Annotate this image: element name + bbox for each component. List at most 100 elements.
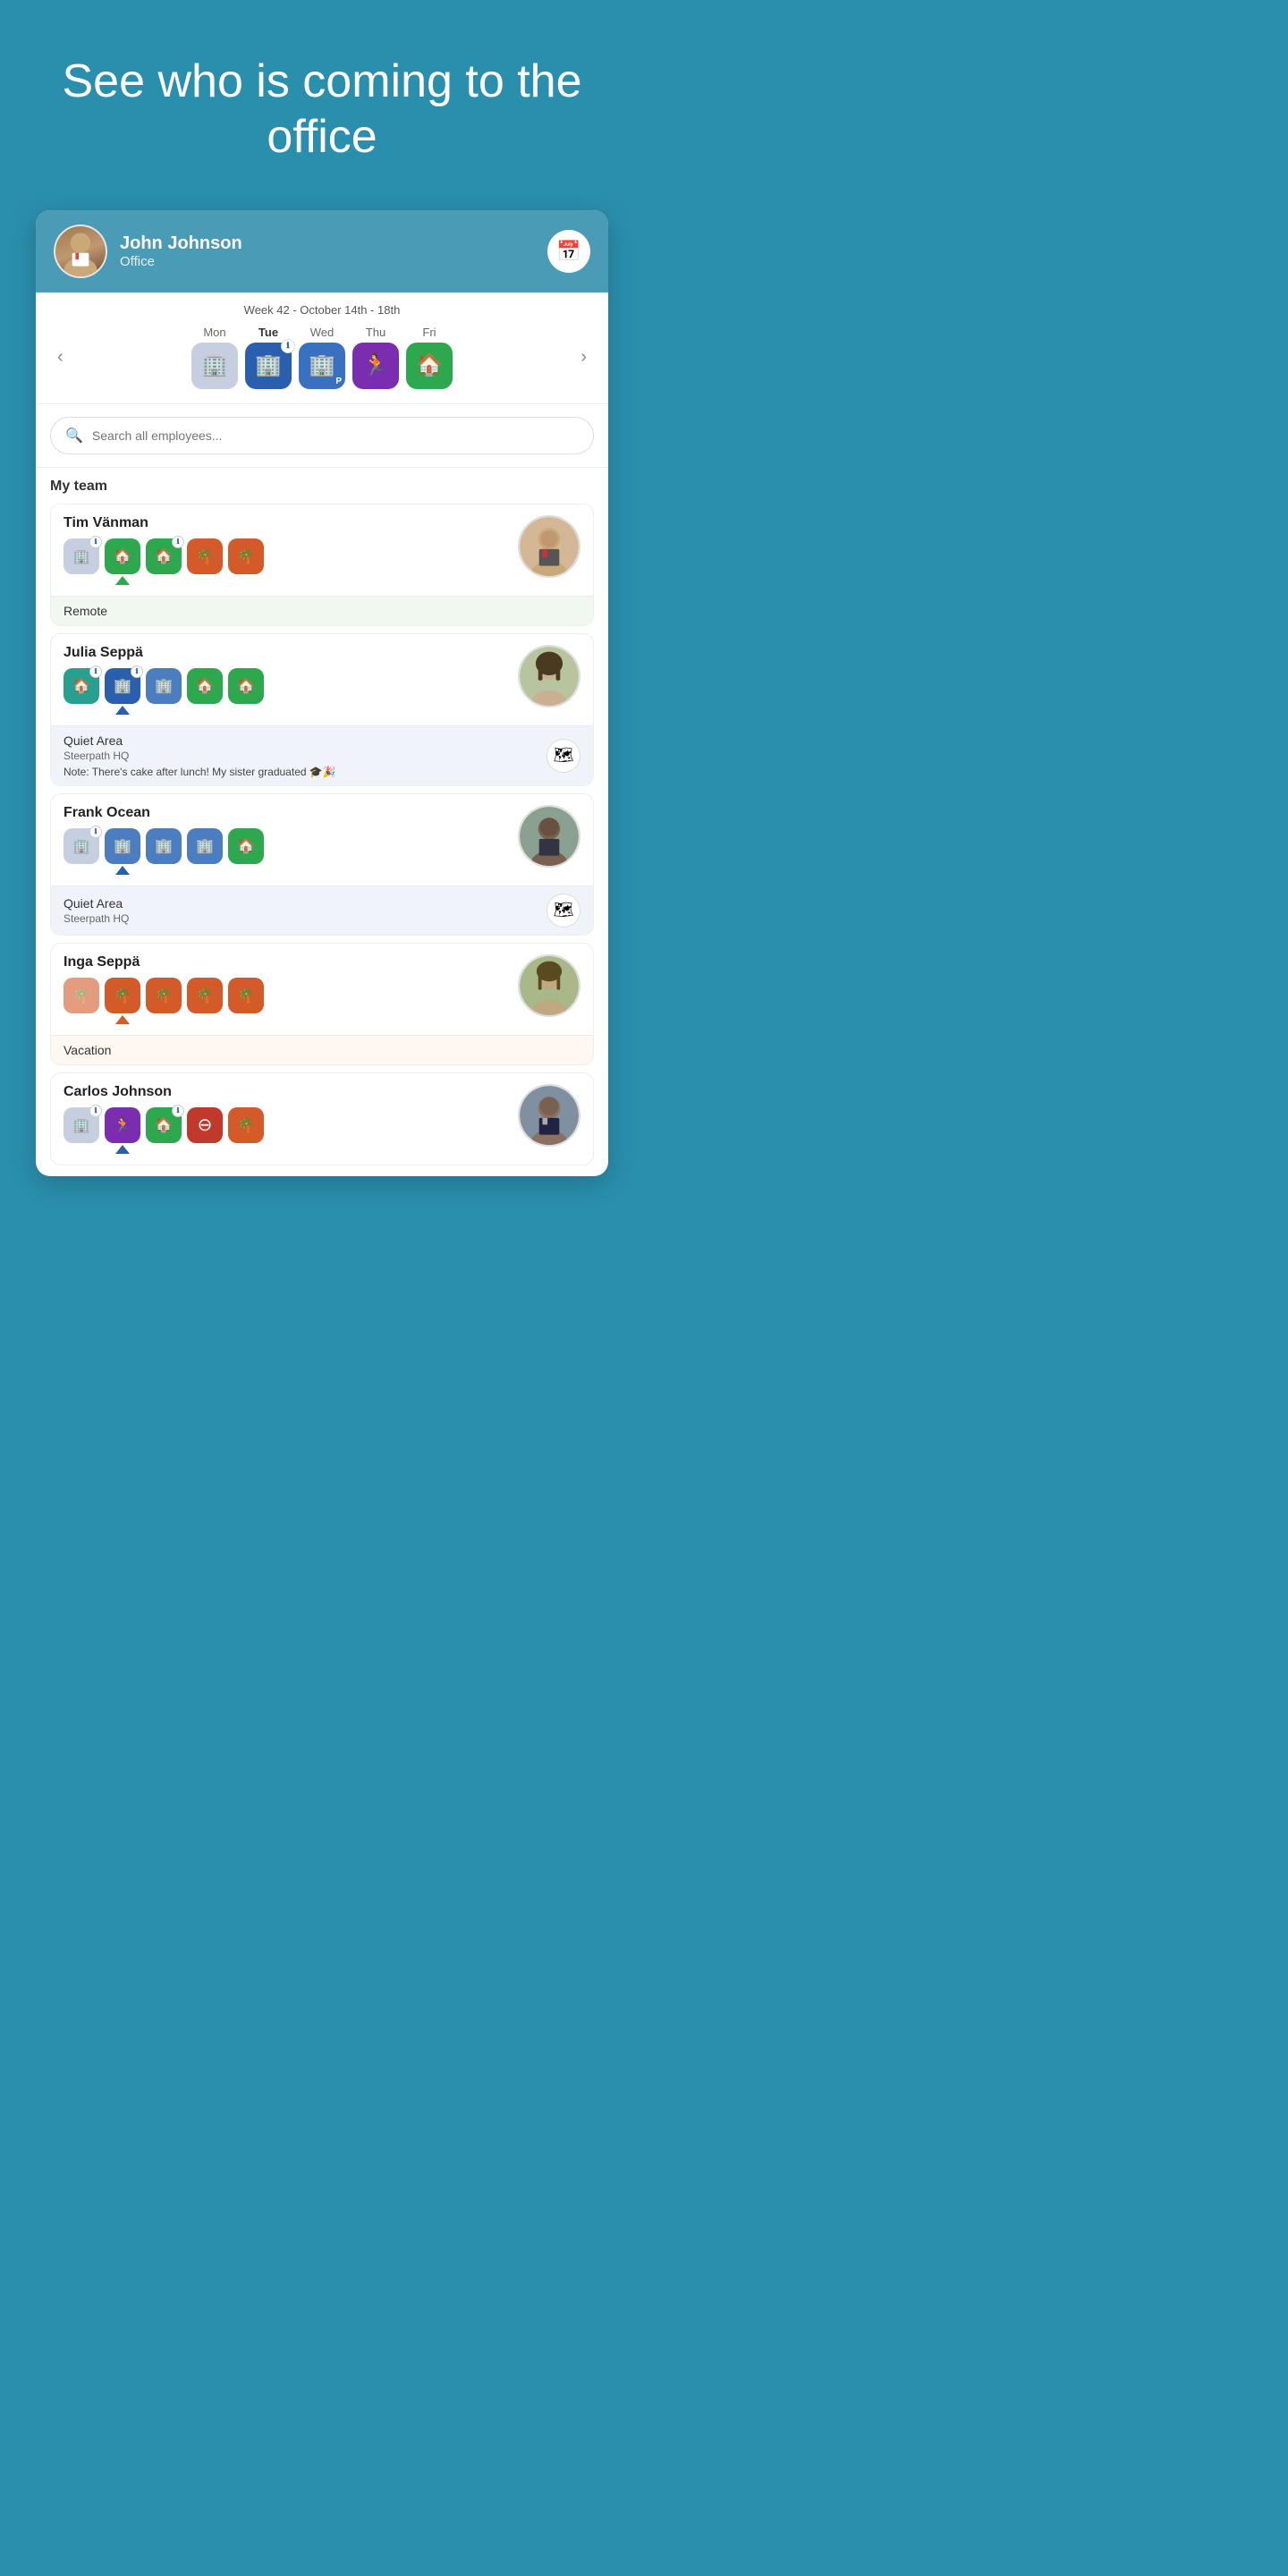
schedule-icons-tim: 🏢 ℹ 🏠 🏠 ℹ 🌴 xyxy=(64,538,509,574)
day-col-fri: Fri 🏠 xyxy=(406,326,453,389)
julia-day4-icon[interactable]: 🏠 xyxy=(187,668,223,704)
day-label-thu: Thu xyxy=(366,326,386,339)
user-avatar xyxy=(54,225,107,278)
day-icon-mon[interactable]: 🏢 xyxy=(191,343,238,389)
calendar-button[interactable]: 📅 xyxy=(547,230,590,273)
day-col-tue: Tue 🏢 ℹ xyxy=(245,326,292,389)
employee-avatar-julia[interactable] xyxy=(518,645,580,708)
julia-day1-icon[interactable]: 🏠 ℹ xyxy=(64,668,99,704)
julia-day3-icon[interactable]: 🏢 xyxy=(146,668,182,704)
run-icon: 🏃 xyxy=(362,352,389,378)
julia-day5-icon[interactable]: 🏠 xyxy=(228,668,264,704)
day-label-tue: Tue xyxy=(258,326,278,339)
status-info-frank: Quiet Area Steerpath HQ xyxy=(64,896,129,925)
hero-section: See who is coming to the office xyxy=(0,0,644,192)
status-sub-julia: Steerpath HQ xyxy=(64,750,336,762)
selection-indicator-julia xyxy=(115,706,130,715)
palm-icon: 🌴 xyxy=(237,547,255,565)
search-input[interactable] xyxy=(92,428,579,443)
hero-title: See who is coming to the office xyxy=(36,54,608,165)
info-dot: ℹ xyxy=(89,826,102,838)
palm-icon: 🌴 xyxy=(155,987,173,1004)
team-section-title: My team xyxy=(50,479,594,495)
day-col-thu: Thu 🏃 xyxy=(352,326,399,389)
palm-icon: 🌴 xyxy=(114,987,131,1004)
home-icon: 🏠 xyxy=(155,547,173,565)
employee-card-julia: Julia Seppä 🏠 ℹ 🏢 ℹ xyxy=(50,633,594,786)
home-icon: 🏠 xyxy=(72,677,90,695)
home-icon: 🏠 xyxy=(237,837,255,855)
tim-day3-icon[interactable]: 🏠 ℹ xyxy=(146,538,182,574)
office-icon: 🏢 xyxy=(196,837,214,855)
julia-day2-icon[interactable]: 🏢 ℹ xyxy=(105,668,140,704)
tim-day5-icon[interactable]: 🌴 xyxy=(228,538,264,574)
schedule-icons-frank: 🏢 ℹ 🏢 🏢 🏢 xyxy=(64,828,509,864)
frank-day5-icon[interactable]: 🏠 xyxy=(228,828,264,864)
info-dot: ℹ xyxy=(172,536,184,548)
carlos-day4-icon[interactable]: ⊖ xyxy=(187,1107,223,1143)
day-icon-fri[interactable]: 🏠 xyxy=(406,343,453,389)
frank-day1-icon[interactable]: 🏢 ℹ xyxy=(64,828,99,864)
status-info-julia: Quiet Area Steerpath HQ Note: There's ca… xyxy=(64,733,336,778)
employee-card-frank: Frank Ocean 🏢 ℹ 🏢 🏢 xyxy=(50,793,594,936)
user-subtitle: Office xyxy=(120,254,242,269)
carlos-day1-icon[interactable]: 🏢 ℹ xyxy=(64,1107,99,1143)
tim-day4-icon[interactable]: 🌴 xyxy=(187,538,223,574)
schedule-icons-carlos: 🏢 ℹ 🏃 🏠 ℹ ⊖ xyxy=(64,1107,509,1143)
tim-day1-icon[interactable]: 🏢 ℹ xyxy=(64,538,99,574)
employee-left-julia: Julia Seppä 🏠 ℹ 🏢 ℹ xyxy=(64,645,509,715)
employee-main-frank: Frank Ocean 🏢 ℹ 🏢 🏢 xyxy=(51,794,593,886)
user-name: John Johnson xyxy=(120,233,242,254)
week-label: Week 42 - October 14th - 18th xyxy=(50,303,594,317)
day-icon-wed[interactable]: 🏢 P xyxy=(299,343,345,389)
info-badge-tue: ℹ xyxy=(281,339,295,353)
selection-indicator-inga xyxy=(115,1015,130,1024)
map-icon: 🗺 xyxy=(554,746,574,765)
day-label-fri: Fri xyxy=(422,326,436,339)
inga-day4-icon[interactable]: 🌴 xyxy=(187,978,223,1013)
info-dot: ℹ xyxy=(89,665,102,678)
status-text-frank: Quiet Area xyxy=(64,896,129,911)
office-icon: 🏢 xyxy=(201,352,228,378)
employee-avatar-carlos[interactable] xyxy=(518,1084,580,1147)
frank-day3-icon[interactable]: 🏢 xyxy=(146,828,182,864)
search-box: 🔍 xyxy=(50,417,594,454)
map-button-julia[interactable]: 🗺 xyxy=(547,739,580,773)
employee-avatar-frank[interactable] xyxy=(518,805,580,868)
info-dot: ℹ xyxy=(172,1105,184,1117)
employee-avatar-tim[interactable] xyxy=(518,515,580,578)
inga-day3-icon[interactable]: 🌴 xyxy=(146,978,182,1013)
inga-day2-icon[interactable]: 🌴 xyxy=(105,978,140,1013)
info-dot: ℹ xyxy=(89,1105,102,1117)
palm-icon: 🌴 xyxy=(237,1116,255,1134)
map-button-frank[interactable]: 🗺 xyxy=(547,894,580,928)
frank-day4-icon[interactable]: 🏢 xyxy=(187,828,223,864)
office-icon: 🏢 xyxy=(155,837,173,855)
employee-avatar-inga[interactable] xyxy=(518,954,580,1017)
day-icon-tue[interactable]: 🏢 ℹ xyxy=(245,343,292,389)
calendar-icon: 📅 xyxy=(556,240,580,263)
selection-indicator-carlos xyxy=(115,1145,130,1154)
carlos-day3-icon[interactable]: 🏠 ℹ xyxy=(146,1107,182,1143)
schedule-icons-julia: 🏠 ℹ 🏢 ℹ 🏢 🏠 xyxy=(64,668,509,704)
inga-day5-icon[interactable]: 🌴 xyxy=(228,978,264,1013)
home-icon: 🏠 xyxy=(237,677,255,695)
day-label-wed: Wed xyxy=(310,326,335,339)
next-week-button[interactable]: › xyxy=(573,343,594,371)
frank-day2-icon[interactable]: 🏢 xyxy=(105,828,140,864)
carlos-day2-icon[interactable]: 🏃 xyxy=(105,1107,140,1143)
carlos-day5-icon[interactable]: 🌴 xyxy=(228,1107,264,1143)
office-icon: 🏢 xyxy=(114,677,131,695)
employee-name-inga: Inga Seppä xyxy=(64,954,509,970)
tim-day2-icon[interactable]: 🏠 xyxy=(105,538,140,574)
selection-indicator-tim xyxy=(115,576,130,585)
status-bar-inga: Vacation xyxy=(51,1035,593,1064)
employee-main-carlos: Carlos Johnson 🏢 ℹ 🏃 🏠 xyxy=(51,1073,593,1165)
prev-week-button[interactable]: ‹ xyxy=(50,343,71,371)
inga-day1-icon[interactable]: 🌴 xyxy=(64,978,99,1013)
office-icon: 🏢 xyxy=(72,837,90,855)
office-icon: 🏢 xyxy=(255,352,282,378)
day-icon-thu[interactable]: 🏃 xyxy=(352,343,399,389)
employee-name-tim: Tim Vänman xyxy=(64,515,509,531)
week-nav: Week 42 - October 14th - 18th ‹ Mon 🏢 Tu… xyxy=(36,292,608,404)
